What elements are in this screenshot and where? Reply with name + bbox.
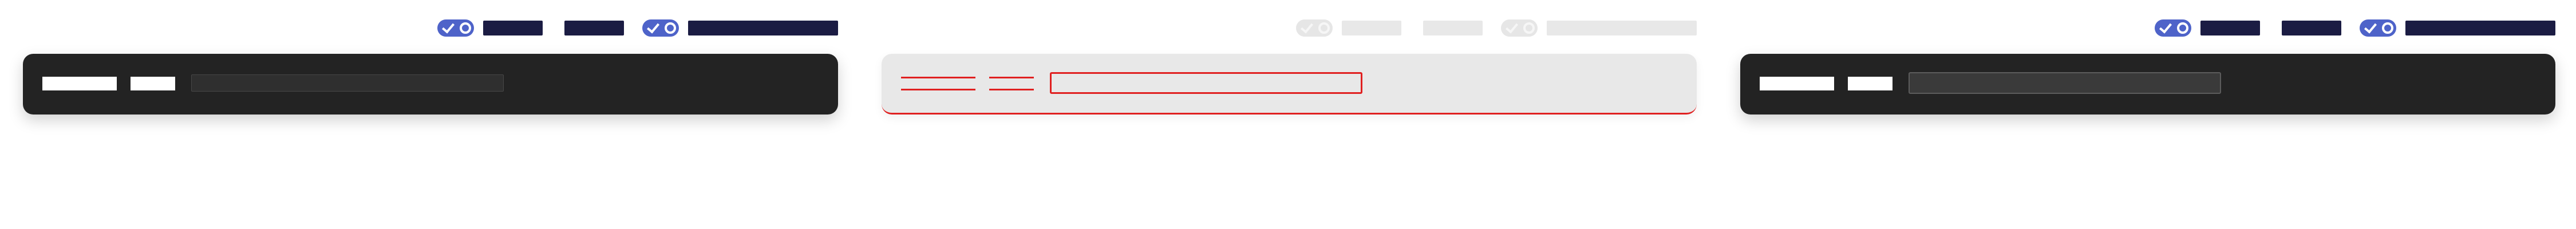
toggle-label-placeholder-long [688, 21, 838, 35]
controls-row [2155, 19, 2555, 37]
check-icon [441, 20, 455, 34]
toolbar-panel-2 [882, 0, 1697, 229]
option-label-placeholder[interactable] [564, 21, 624, 35]
check-icon [1505, 20, 1519, 34]
toggle-switch-2[interactable] [1501, 19, 1538, 37]
toggle-switch-2[interactable] [2360, 19, 2396, 37]
toolbar-panel-3 [1740, 0, 2555, 229]
controls-row [437, 19, 838, 37]
toggle-switch-1[interactable] [437, 19, 474, 37]
bar-button-placeholder-1[interactable] [1760, 77, 1834, 90]
check-icon [646, 20, 660, 34]
controls-row [1296, 19, 1697, 37]
toggle-label-placeholder-long [2405, 21, 2555, 35]
option-label-placeholder[interactable] [1423, 21, 1483, 35]
toggle-knob [460, 22, 471, 34]
toggle-switch-1[interactable] [2155, 19, 2191, 37]
toolbar-bar [1740, 54, 2555, 114]
check-icon [2159, 20, 2172, 34]
toggle-knob [2177, 22, 2188, 34]
toolbar-bar [23, 54, 838, 114]
check-icon [1300, 20, 1314, 34]
bar-button-placeholder-2[interactable] [989, 77, 1034, 90]
toggle-knob [2382, 22, 2393, 34]
toggle-label-placeholder [483, 21, 543, 35]
bar-button-placeholder-1[interactable] [42, 77, 117, 90]
toggle-switch-2[interactable] [642, 19, 679, 37]
option-label-placeholder[interactable] [2282, 21, 2341, 35]
toolbar-panel-1 [23, 0, 838, 229]
bar-input-field[interactable] [1909, 72, 2221, 94]
bar-button-placeholder-2[interactable] [131, 77, 175, 90]
bar-button-placeholder-1[interactable] [901, 77, 975, 90]
toggle-label-placeholder [1342, 21, 1401, 35]
toggle-knob [1318, 22, 1330, 34]
toggle-switch-1[interactable] [1296, 19, 1333, 37]
toggle-knob [1523, 22, 1535, 34]
bar-button-placeholder-2[interactable] [1848, 77, 1893, 90]
stage [0, 0, 2576, 229]
toggle-label-placeholder [2200, 21, 2260, 35]
toolbar-bar [882, 54, 1697, 114]
bar-input-field[interactable] [1050, 72, 1362, 94]
toggle-knob [665, 22, 676, 34]
toggle-label-placeholder-long [1547, 21, 1697, 35]
check-icon [2364, 20, 2377, 34]
bar-input-field[interactable] [191, 74, 504, 92]
